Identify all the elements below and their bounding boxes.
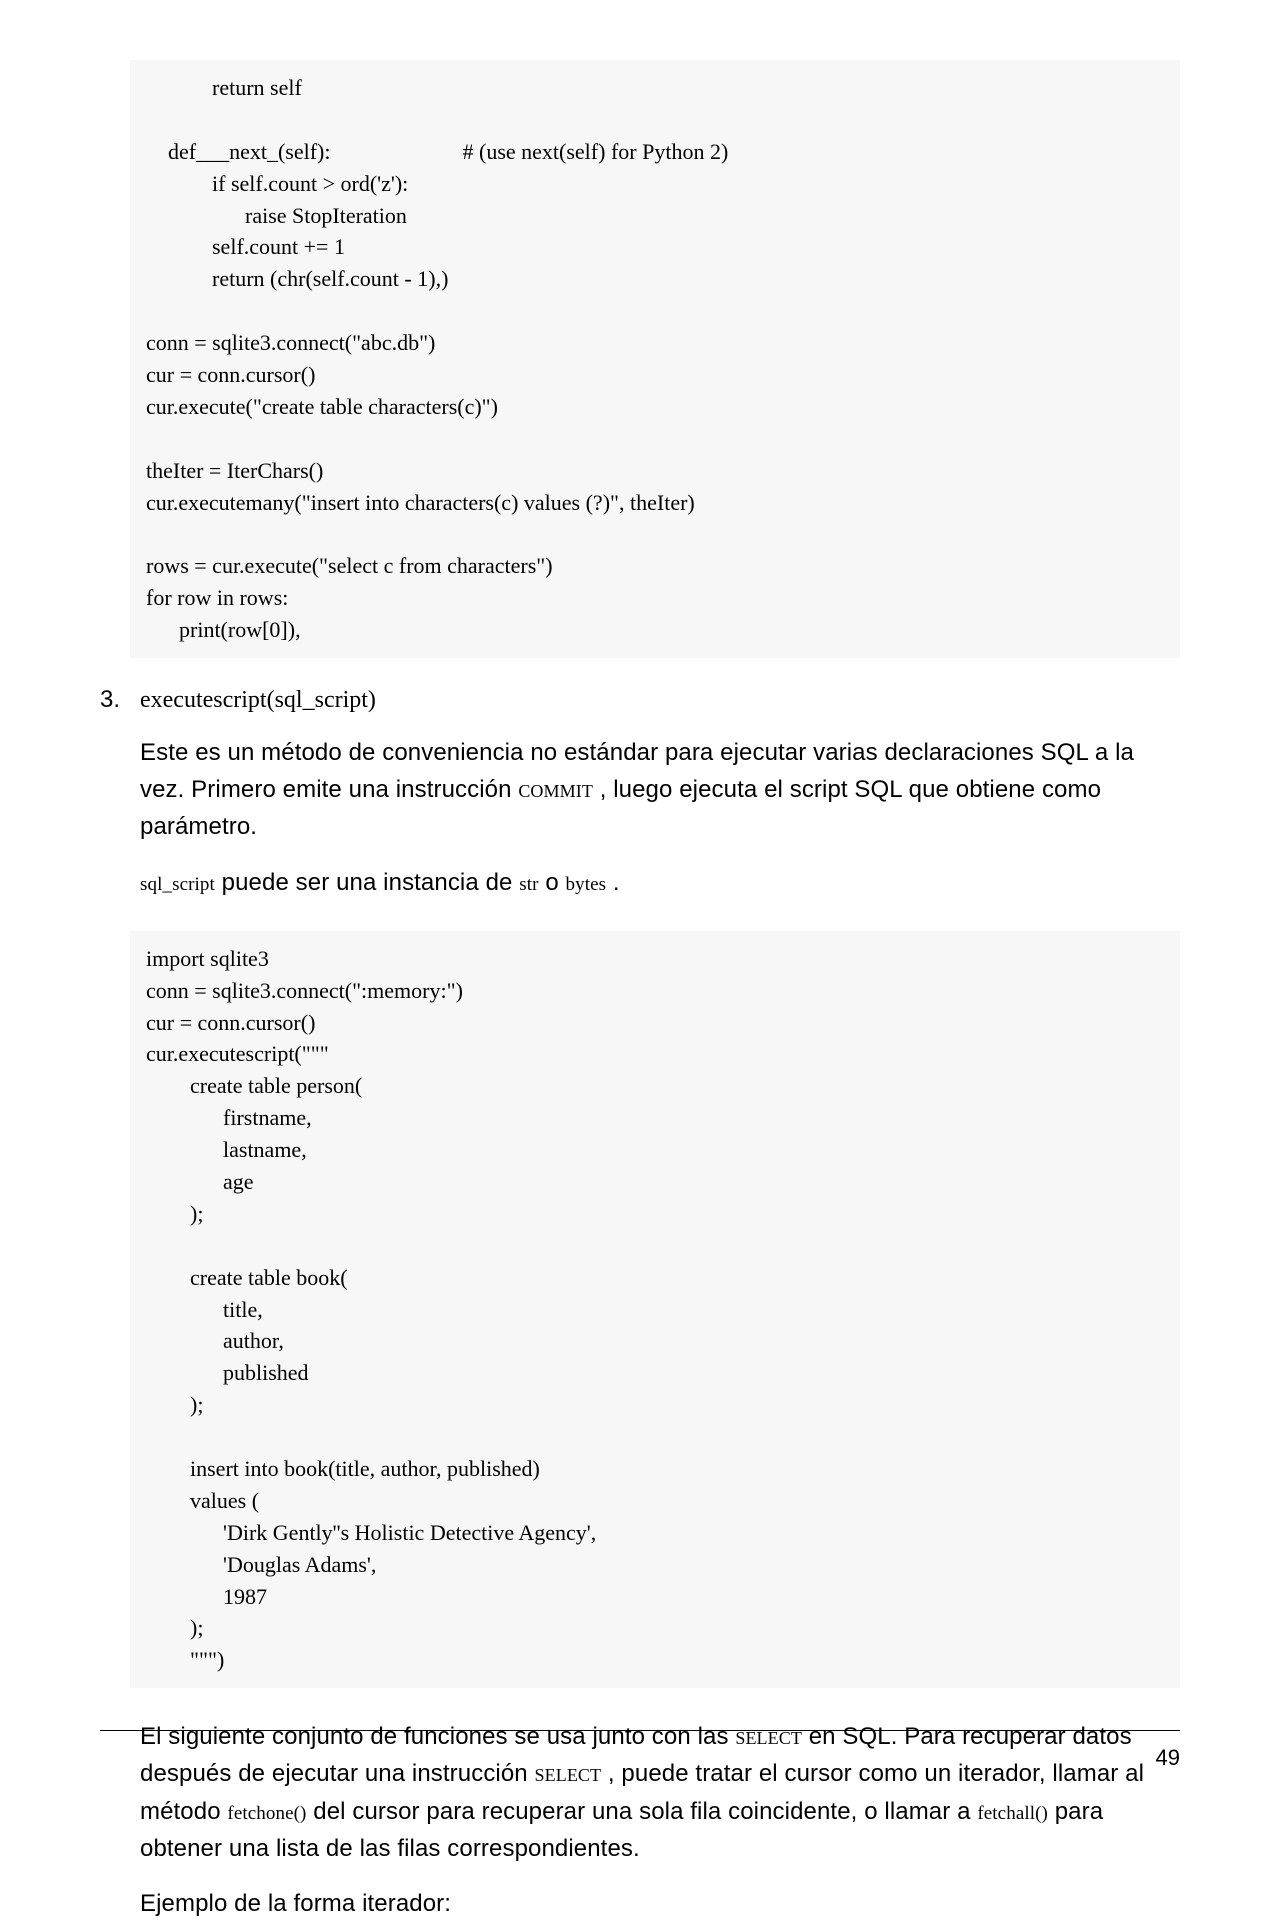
text-run: del cursor para recuperar una sola fila …: [306, 1798, 977, 1825]
text-run: El siguiente conjunto de funciones se us…: [140, 1723, 735, 1750]
text-run: o: [539, 869, 566, 896]
inline-code-str: str: [519, 874, 538, 895]
paragraph-description: Este es un método de conveniencia no est…: [140, 734, 1180, 846]
text-run: puede ser una instancia de: [215, 869, 519, 896]
inline-code-fetchone: fetchone(): [227, 1803, 306, 1824]
list-title-executescript: executescript(sql_script): [140, 687, 376, 714]
code-block-executescript: import sqlite3 conn = sqlite3.connect(":…: [130, 931, 1180, 1688]
inline-code-bytes: bytes: [566, 874, 607, 895]
list-item-3: 3. executescript(sql_script): [100, 686, 1180, 714]
page-number: 49: [1156, 1745, 1180, 1771]
text-run: .: [606, 869, 620, 896]
inline-code-commit: COMMIT: [518, 781, 593, 801]
inline-code-select: SELECT: [735, 1728, 802, 1748]
inline-code-sqlscript: sql_script: [140, 874, 215, 895]
code-block-iterchars: return self def___next_(self): # (use ne…: [130, 60, 1180, 658]
inline-code-fetchall: fetchall(): [977, 1803, 1048, 1824]
paragraph-select-functions: El siguiente conjunto de funciones se us…: [140, 1718, 1180, 1867]
paragraph-iterator-example: Ejemplo de la forma iterador:: [140, 1885, 1180, 1922]
paragraph-sqlscript-types: sql_script puede ser una instancia de st…: [140, 864, 1180, 901]
inline-code-select: SELECT: [535, 1765, 602, 1785]
document-page: return self def___next_(self): # (use ne…: [0, 0, 1280, 1811]
footer-divider: [100, 1730, 1180, 1731]
list-number: 3.: [100, 686, 140, 714]
